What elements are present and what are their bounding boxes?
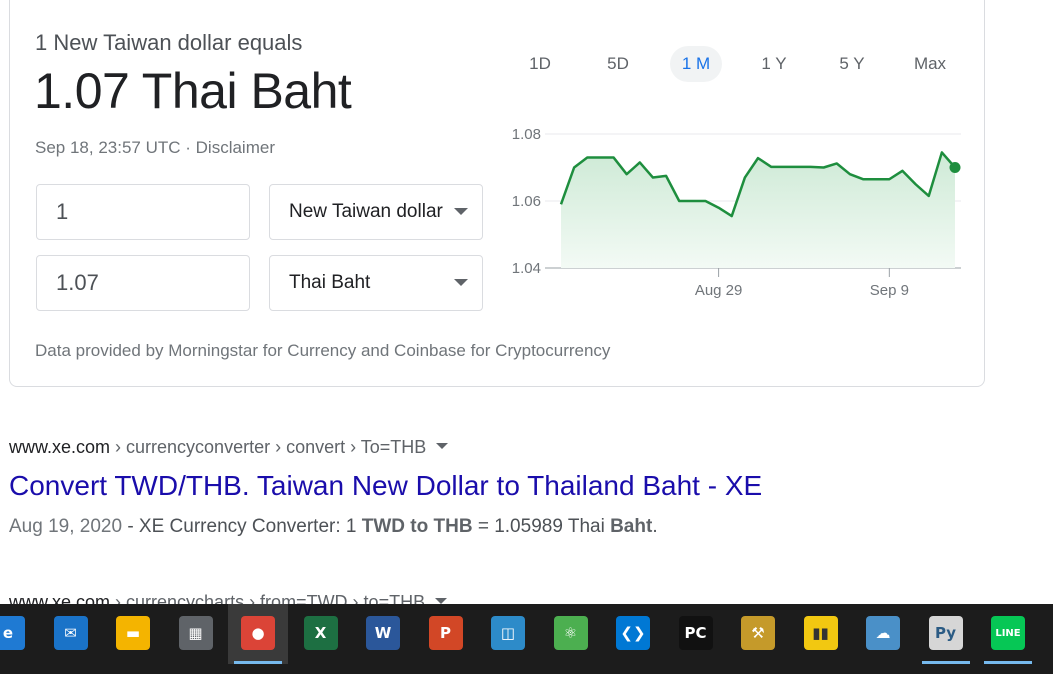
cloud-gear-icon: ☁	[866, 616, 900, 650]
taskbar-button[interactable]: ◫	[478, 604, 538, 664]
power-bi-icon: ▮▮	[803, 616, 838, 650]
pycharm-icon: PC	[678, 616, 713, 650]
snippet-date: Aug 19, 2020	[9, 516, 123, 537]
timestamp-row: Sep 18, 23:57 UTC · Disclaimer	[35, 138, 275, 158]
running-indicator	[921, 661, 970, 664]
tab-5y[interactable]: 5 Y	[826, 46, 878, 82]
taskbar-button[interactable]: PC	[666, 604, 726, 664]
y-tick-label: 1.06	[512, 193, 541, 210]
running-indicator	[234, 661, 282, 664]
snippet-text: = 1.05989 Thai	[472, 516, 611, 537]
taskbar-button[interactable]: e	[0, 604, 38, 664]
taskbar-button[interactable]: ▬	[103, 604, 163, 664]
x-tick-label: Sep 9	[870, 282, 909, 299]
word-icon: W	[366, 616, 400, 650]
container-app-icon: ◫	[491, 616, 525, 650]
snippet-text: - XE Currency Converter: 1	[122, 516, 362, 537]
tab-5d[interactable]: 5D	[592, 46, 644, 82]
atom-icon: ⚛	[553, 616, 588, 650]
chart-endpoint	[949, 162, 961, 173]
taskbar-button[interactable]: ✉	[41, 604, 101, 664]
taskbar-button[interactable]: Py	[916, 604, 976, 664]
result-snippet: Aug 19, 2020 - XE Currency Converter: 1 …	[9, 516, 658, 538]
tab-1m[interactable]: 1 M	[670, 46, 722, 82]
x-tick-label: Aug 29	[695, 282, 743, 299]
chart-area-fill	[561, 152, 955, 268]
taskbar-button[interactable]: X	[291, 604, 351, 664]
equals-label: 1 New Taiwan dollar equals	[35, 30, 303, 55]
timestamp: Sep 18, 23:57 UTC	[35, 138, 181, 157]
to-amount-input[interactable]: 1.07	[36, 255, 250, 311]
file-explorer-icon: ▬	[116, 616, 150, 650]
snippet-text: .	[652, 516, 658, 537]
result-cite: www.xe.com › currencyconverter › convert…	[9, 437, 449, 458]
result-site: www.xe.com	[9, 437, 111, 457]
database-tools-icon: ⚒	[741, 616, 775, 650]
from-currency-label: New Taiwan dollar	[289, 201, 443, 222]
rate-result: 1.07 Thai Baht	[34, 63, 352, 119]
y-tick-label: 1.08	[512, 126, 541, 143]
tab-1y[interactable]: 1 Y	[748, 46, 800, 82]
line-icon: LINE	[991, 616, 1025, 650]
taskbar-button[interactable]: W	[353, 604, 413, 664]
windows-taskbar: e ✉ ▬ ▦ ● XWP ◫ ⚛ ❮❯ PC ⚒ ▮▮ ☁ Py LINE ▲	[0, 604, 1053, 674]
snippet-bold: TWD to THB	[361, 516, 473, 537]
disclaimer-link[interactable]: Disclaimer	[196, 138, 275, 157]
running-indicator	[984, 661, 1032, 664]
excel-icon: X	[303, 616, 338, 650]
taskbar-button[interactable]: P	[416, 604, 476, 664]
calculator-icon: ▦	[178, 616, 213, 650]
taskbar-button[interactable]: ●	[228, 604, 288, 664]
snippet-bold: Baht	[610, 516, 653, 537]
chevron-down-icon	[454, 279, 468, 286]
taskbar-button[interactable]: ▮▮	[791, 604, 851, 664]
chrome-icon: ●	[241, 616, 275, 650]
chevron-down-icon[interactable]	[436, 443, 449, 450]
result-breadcrumb: › currencyconverter › convert › To=THB	[110, 437, 427, 457]
to-currency-label: Thai Baht	[289, 272, 371, 293]
y-tick-label: 1.04	[512, 260, 541, 277]
taskbar-button[interactable]: ▦	[166, 604, 226, 664]
python-file-icon: Py	[928, 616, 963, 650]
taskbar-button[interactable]: ❮❯	[603, 604, 663, 664]
powerpoint-icon: P	[428, 616, 463, 650]
to-currency-select[interactable]: Thai Baht	[269, 255, 483, 311]
tab-max[interactable]: Max	[904, 46, 956, 82]
tab-1d[interactable]: 1D	[514, 46, 566, 82]
from-amount-input[interactable]: 1	[36, 184, 250, 240]
result-title-link[interactable]: Convert TWD/THB. Taiwan New Dollar to Th…	[9, 470, 762, 502]
taskbar-button[interactable]: ⚛	[541, 604, 601, 664]
chevron-down-icon	[454, 208, 468, 215]
taskbar-button[interactable]: ☁	[853, 604, 913, 664]
provider-note: Data provided by Morningstar for Currenc…	[35, 341, 611, 360]
edge-icon: e	[0, 616, 25, 650]
exchange-rate-chart[interactable]: 1.04 1.06 1.08 Aug 29 Sep 9	[505, 118, 970, 308]
vscode-icon: ❮❯	[616, 616, 650, 650]
taskbar-button[interactable]: ⚒	[728, 604, 788, 664]
taskbar-button[interactable]: ▲	[1041, 604, 1053, 664]
from-currency-select[interactable]: New Taiwan dollar	[269, 184, 483, 240]
browser-page: 1 New Taiwan dollar equals 1.07 Thai Bah…	[0, 0, 1053, 674]
separator: ·	[180, 138, 196, 157]
taskbar-button[interactable]: LINE	[978, 604, 1038, 664]
mail-icon: ✉	[53, 616, 88, 650]
